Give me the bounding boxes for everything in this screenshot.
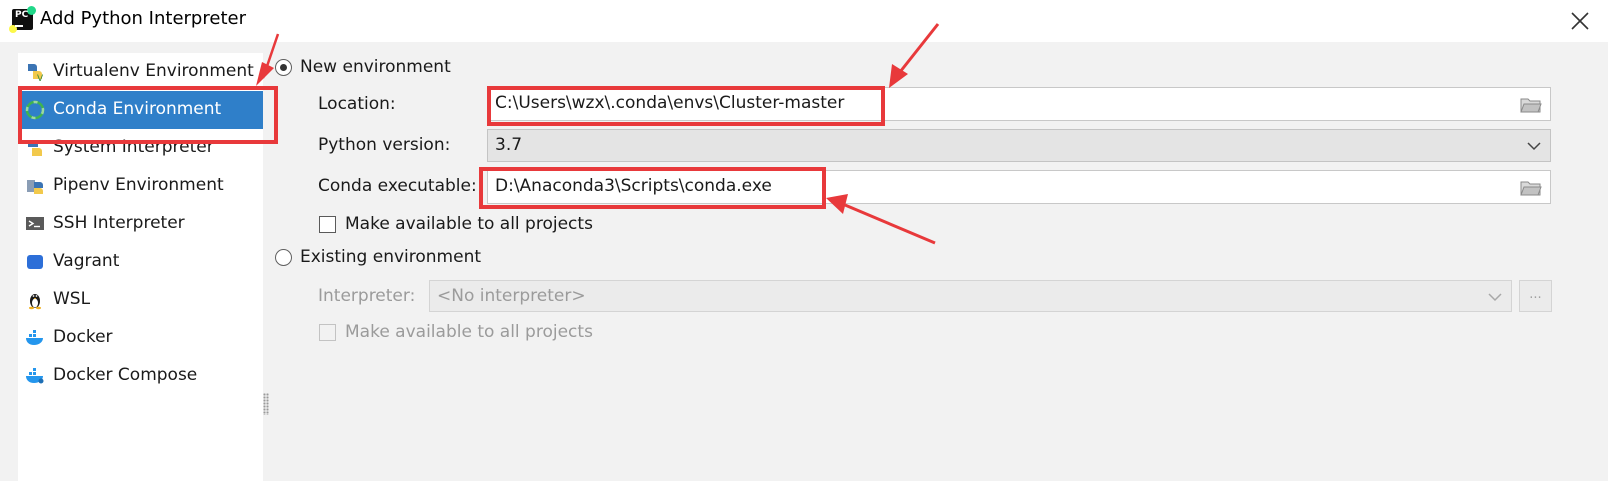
interpreter-select[interactable]: <No interpreter> <box>429 280 1512 312</box>
sidebar-item-wsl[interactable]: WSL <box>18 281 263 319</box>
existing-environment-label: Existing environment <box>300 247 482 267</box>
chevron-down-icon <box>1526 138 1542 154</box>
make-available-label: Make available to all projects <box>345 214 593 234</box>
new-environment-label: New environment <box>300 57 451 77</box>
linux-penguin-icon <box>25 290 45 310</box>
sidebar-item-ssh[interactable]: SSH Interpreter <box>18 205 263 243</box>
dialog-title: Add Python Interpreter <box>40 8 246 29</box>
docker-icon <box>25 328 45 348</box>
python-version-select[interactable]: 3.7 <box>487 129 1551 162</box>
folder-icon[interactable] <box>1520 180 1542 196</box>
annotation-box-location <box>487 86 885 126</box>
vagrant-icon <box>25 252 45 272</box>
chevron-down-icon <box>1487 289 1503 305</box>
radio-selected-dot <box>280 64 287 71</box>
pycharm-logo-icon: PC <box>9 6 36 33</box>
annotation-box-conda <box>18 86 278 144</box>
splitter-handle[interactable] <box>263 393 269 415</box>
make-available-existing-checkbox[interactable] <box>319 324 336 341</box>
title-bar: PC Add Python Interpreter <box>0 0 1608 42</box>
sidebar-item-docker-compose[interactable]: Docker Compose <box>18 357 263 395</box>
close-icon[interactable] <box>1568 9 1592 33</box>
python-version-label: Python version: <box>318 135 451 155</box>
new-environment-radio[interactable] <box>275 59 292 76</box>
interpreter-value: <No interpreter> <box>437 286 586 306</box>
make-available-existing-label: Make available to all projects <box>345 322 593 342</box>
add-python-interpreter-dialog: PC Add Python Interpreter V Virtualenv E… <box>0 0 1608 481</box>
browse-interpreter-button[interactable]: ... <box>1519 280 1552 312</box>
sidebar-item-docker[interactable]: Docker <box>18 319 263 357</box>
virtualenv-icon: V <box>25 62 45 84</box>
interpreter-label: Interpreter: <box>318 286 416 306</box>
make-available-checkbox[interactable] <box>319 216 336 233</box>
annotation-box-conda-exe <box>479 167 826 209</box>
existing-environment-radio[interactable] <box>275 249 292 266</box>
location-label: Location: <box>318 94 396 114</box>
python-version-value: 3.7 <box>495 135 523 155</box>
svg-text:V: V <box>37 74 44 82</box>
folder-icon[interactable] <box>1520 97 1542 113</box>
sidebar-item-vagrant[interactable]: Vagrant <box>18 243 263 281</box>
pipenv-icon <box>25 176 45 196</box>
terminal-icon <box>25 214 45 234</box>
sidebar-item-pipenv[interactable]: Pipenv Environment <box>18 167 263 205</box>
conda-executable-label: Conda executable: <box>318 176 477 196</box>
docker-compose-icon <box>25 366 45 386</box>
